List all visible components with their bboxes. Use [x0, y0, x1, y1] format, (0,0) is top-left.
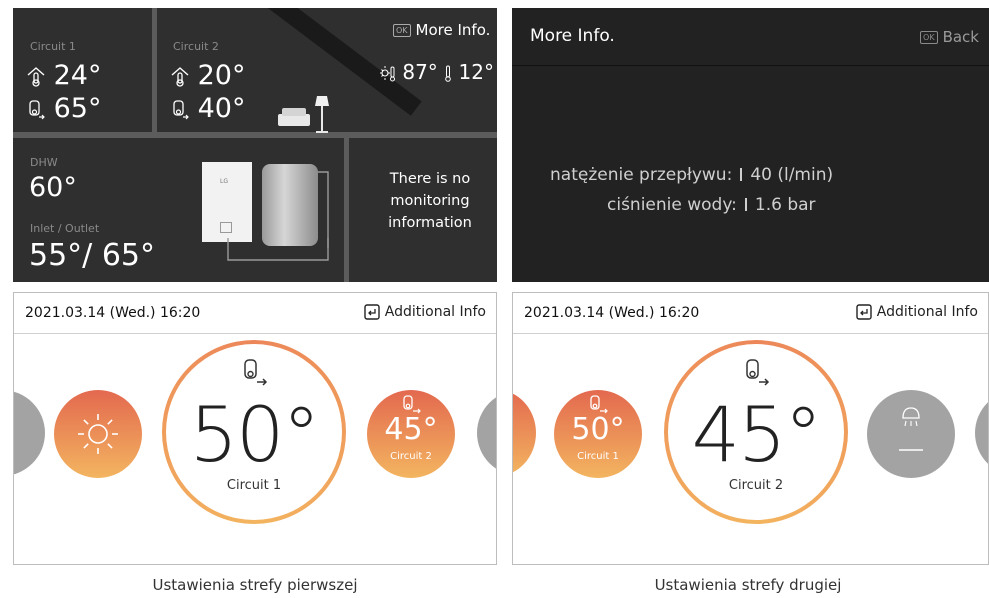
dial-circuit-label: Circuit 2	[728, 478, 784, 493]
pipe-right	[318, 171, 329, 248]
header-divider	[513, 333, 988, 334]
header-divider	[14, 333, 496, 334]
datetime: 2021.03.14 (Wed.) 16:20	[524, 305, 700, 321]
room-temp-icon	[27, 66, 45, 87]
circuit2-room-temp: 20°	[171, 60, 245, 91]
flow-rate-row: natężenie przepływu: 40 (l/min)	[550, 165, 834, 185]
thermometer-icon	[445, 65, 451, 82]
dial-face: 45° Circuit 2	[668, 344, 844, 520]
zone2-screen: 2021.03.14 (Wed.) 16:20 Additional Info …	[512, 292, 989, 565]
wall-divider-lower	[344, 136, 349, 282]
back-button[interactable]: OK Back	[920, 28, 979, 46]
circuit1-water-temp: 65°	[27, 93, 101, 124]
prev-mode-button[interactable]	[14, 390, 45, 476]
circuit1-label: Circuit 1	[577, 451, 619, 462]
circuit1-shortcut-button[interactable]: 50° Circuit 1	[554, 390, 642, 478]
circuit2-setpoint: 45°	[691, 390, 823, 479]
zone1-caption: Ustawienia strefy pierwszej	[152, 576, 358, 594]
circuit2-label: Circuit 2	[390, 451, 432, 462]
datetime: 2021.03.14 (Wed.) 16:20	[25, 305, 201, 321]
circuit1-room-temp: 24°	[27, 60, 101, 91]
water-pressure-row: ciśnienie wody: 1.6 bar	[607, 195, 816, 215]
heating-mode-button[interactable]	[54, 390, 142, 478]
water-outlet-icon	[173, 99, 189, 119]
circuit1-setpoint-dial[interactable]: 50° Circuit 1	[162, 340, 346, 524]
dial-circuit-label: Circuit 1	[226, 478, 282, 493]
indoor-unit: LG	[202, 162, 252, 242]
ok-key-icon: OK	[393, 23, 411, 37]
shower-icon	[899, 407, 923, 451]
next-mode-button[interactable]	[975, 390, 988, 476]
water-tank	[262, 164, 318, 246]
next-mode-button[interactable]	[477, 390, 496, 476]
circuit2-water-temp: 40°	[171, 93, 245, 124]
dhw-label: DHW	[30, 156, 58, 169]
more-info-button[interactable]: OK More Info.	[393, 21, 490, 39]
no-monitoring-text: There is no monitoring information	[388, 171, 472, 231]
wall-divider	[152, 8, 157, 136]
circuit1-setpoint: 50°	[189, 390, 321, 479]
room-temp-icon	[171, 66, 189, 87]
header-divider	[512, 65, 989, 66]
outdoor-temps: 87° 12°	[380, 60, 494, 84]
dhw-temp: 60°	[29, 172, 77, 203]
additional-info-button[interactable]: Additional Info	[856, 304, 978, 320]
circuit2-shortcut-button[interactable]: 45° Circuit 2	[367, 390, 455, 478]
lg-logo: LG	[220, 178, 228, 185]
ok-key-icon: OK	[920, 30, 938, 44]
circuit2-label: Circuit 2	[173, 40, 219, 53]
additional-info-button[interactable]: Additional Info	[364, 304, 486, 320]
floor-divider	[13, 132, 497, 138]
circuit2-temp: 45°	[384, 412, 438, 447]
more-info-screen: More Info. OK Back natężenie przepływu: 4…	[512, 8, 989, 282]
unit-display	[220, 222, 232, 233]
prev-mode-button[interactable]	[513, 390, 536, 476]
circuit1-label: Circuit 1	[30, 40, 76, 53]
circuit1-temp: 50°	[571, 412, 625, 447]
outdoor-sun-temp-icon	[380, 65, 395, 81]
zone2-caption: Ustawienia strefy drugiej	[654, 576, 842, 594]
zone1-screen: 2021.03.14 (Wed.) 16:20 Additional Info …	[13, 292, 497, 565]
return-icon	[856, 304, 872, 320]
water-outlet-icon	[29, 99, 45, 119]
water-outlet-icon	[244, 359, 268, 386]
more-info-title: More Info.	[530, 26, 615, 46]
inlet-outlet-label: Inlet / Outlet	[30, 222, 100, 235]
circuit2-setpoint-dial[interactable]: 45° Circuit 2	[664, 340, 848, 524]
sun-icon	[78, 414, 118, 454]
living-room-icon	[278, 96, 329, 133]
inlet-outlet-temp: 55°/ 65°	[29, 238, 155, 273]
monitoring-screen: Circuit 1 24° 65° Circuit 2 20° 40° OK M…	[13, 8, 497, 282]
dial-face: 50° Circuit 1	[166, 344, 342, 520]
water-outlet-icon	[746, 359, 770, 386]
dhw-shortcut-button[interactable]	[867, 390, 955, 478]
return-icon	[364, 304, 380, 320]
